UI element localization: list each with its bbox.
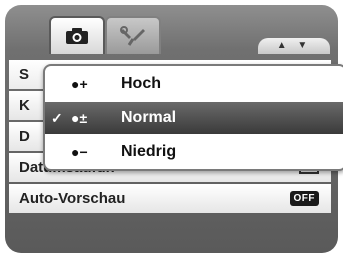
option-label: Hoch <box>121 75 161 92</box>
tab-camera[interactable] <box>49 16 105 54</box>
option-label: Normal <box>121 109 177 126</box>
tab-setup[interactable] <box>105 16 161 54</box>
option-hoch[interactable]: ●+ Hoch <box>45 68 343 100</box>
menu-row-auto-review[interactable]: Auto-Vorschau OFF <box>9 184 331 213</box>
menu-row-label: S <box>19 66 30 83</box>
menu-row-label: Auto-Vorschau <box>19 190 126 207</box>
wrench-icon <box>120 26 145 46</box>
menu-row-label: K <box>19 97 30 114</box>
option-niedrig[interactable]: ●− Niedrig <box>45 136 343 168</box>
quality-popup: ●+ Hoch ✓ ●± Normal ●− Niedrig <box>43 64 343 171</box>
quality-icon: ●− <box>71 144 88 160</box>
option-label: Niedrig <box>121 143 177 160</box>
scroll-indicator[interactable]: ▲ ▼ <box>258 38 330 54</box>
camera-lcd-screen: ▲ ▼ S K D Datumsaufdr. Auto-Vorschau OFF <box>0 0 343 258</box>
menu-row-label: D <box>19 128 30 145</box>
quality-icon: ●+ <box>71 76 88 92</box>
checkmark-icon: ✓ <box>51 109 63 126</box>
quality-icon: ●± <box>71 110 88 126</box>
off-badge: OFF <box>289 191 319 206</box>
option-normal[interactable]: ✓ ●± Normal <box>45 102 343 134</box>
camera-icon <box>66 28 88 44</box>
